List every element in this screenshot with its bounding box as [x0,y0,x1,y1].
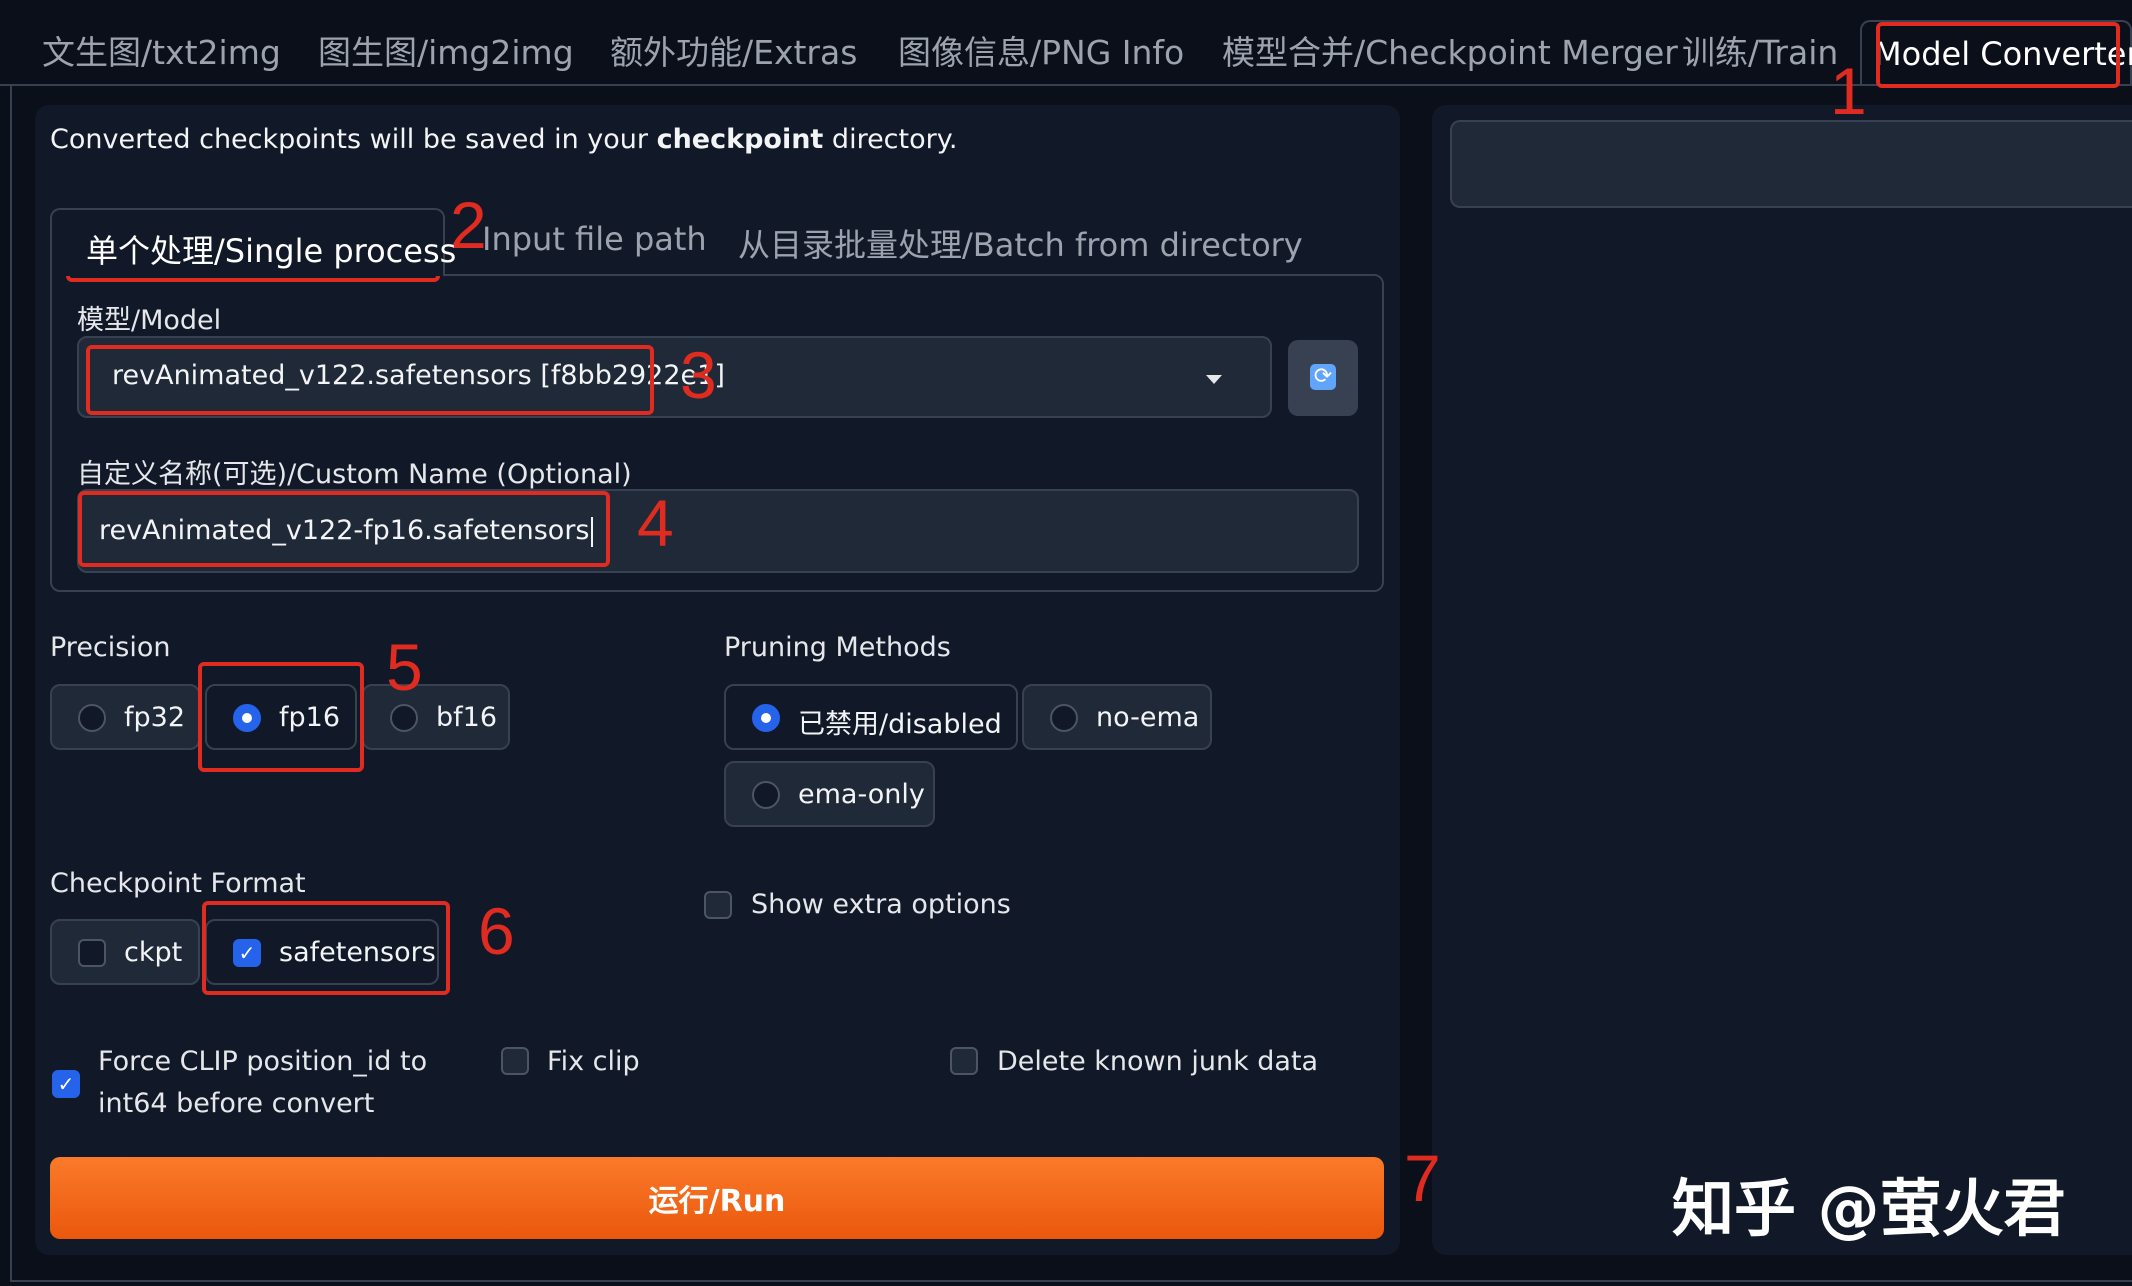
precision-option-fp32[interactable]: fp32 [50,684,200,750]
pruning-option-no-ema[interactable]: no-ema [1022,684,1212,750]
tab-txt2img[interactable]: 文生图/txt2img [42,26,281,74]
tab-batch-from-directory[interactable]: 从目录批量处理/Batch from directory [738,220,1303,266]
fix-clip-checkbox[interactable] [501,1047,529,1075]
tab-single-process[interactable]: 单个处理/Single process [50,208,456,276]
save-location-note: Converted checkpoints will be saved in y… [50,124,958,155]
run-button[interactable]: 运行/Run [50,1157,1384,1239]
tab-train[interactable]: 训练/Train [1682,26,1838,74]
precision-label: Precision [50,632,171,663]
force-clip-label-line1: Force CLIP position_id to [98,1046,428,1077]
output-textbox[interactable] [1450,120,2132,208]
annotation-box-4 [78,491,610,567]
watermark: 知乎 @萤火君 [1672,1172,2066,1245]
tab-img2img[interactable]: 图生图/img2img [318,26,574,74]
annotation-number-4: 4 [637,486,674,560]
output-panel [1432,105,2132,1255]
force-clip-checkbox[interactable]: ✓ [52,1070,80,1098]
radio-icon [78,704,106,732]
pruning-option-disabled[interactable]: 已禁用/disabled [724,684,1018,750]
force-clip-label-line2: int64 before convert [98,1088,375,1119]
tab-png-info[interactable]: 图像信息/PNG Info [898,26,1184,74]
format-option-ckpt[interactable]: ckpt [50,919,200,985]
annotation-number-6: 6 [478,894,515,968]
annotation-number-7: 7 [1404,1141,1441,1215]
radio-selected-icon [752,704,780,732]
show-extra-options-label: Show extra options [751,889,1011,920]
show-extra-options-checkbox[interactable] [704,891,732,919]
checkbox-icon [78,939,106,967]
tab-extras[interactable]: 额外功能/Extras [610,26,857,74]
annotation-number-1: 1 [1830,54,1867,128]
option-label: no-ema [1096,702,1200,733]
main-tab-bar: 文生图/txt2img 图生图/img2img 额外功能/Extras 图像信息… [0,0,2132,86]
annotation-box-5 [198,662,364,772]
fix-clip-label: Fix clip [547,1046,640,1077]
refresh-icon: ⟳ [1310,364,1336,390]
tab-checkpoint-merger[interactable]: 模型合并/Checkpoint Merger [1222,26,1678,74]
option-label: ckpt [124,937,183,968]
radio-icon [752,781,780,809]
precision-option-bf16[interactable]: bf16 [362,684,510,750]
mode-tab-bar: 单个处理/Single process Input file path 从目录批… [50,208,1384,276]
refresh-models-button[interactable]: ⟳ [1288,340,1358,416]
delete-junk-label: Delete known junk data [997,1046,1319,1077]
pruning-option-ema-only[interactable]: ema-only [724,761,935,827]
pruning-label: Pruning Methods [724,632,951,663]
model-label: 模型/Model [77,305,222,336]
annotation-number-3: 3 [680,338,717,412]
annotation-number-5: 5 [386,630,423,704]
option-label: 已禁用/disabled [798,709,1002,740]
chevron-down-icon [1206,375,1222,384]
annotation-box-3 [86,345,654,415]
format-label: Checkpoint Format [50,868,306,899]
radio-icon [390,704,418,732]
annotation-box-6 [202,901,450,995]
tab-input-file-path[interactable]: Input file path [482,220,707,258]
option-label: ema-only [798,779,925,810]
radio-icon [1050,704,1078,732]
option-label: bf16 [436,702,498,733]
custom-name-label: 自定义名称(可选)/Custom Name (Optional) [77,459,632,490]
option-label: fp32 [124,702,186,733]
delete-junk-checkbox[interactable] [950,1047,978,1075]
annotation-box-1 [1876,22,2120,88]
